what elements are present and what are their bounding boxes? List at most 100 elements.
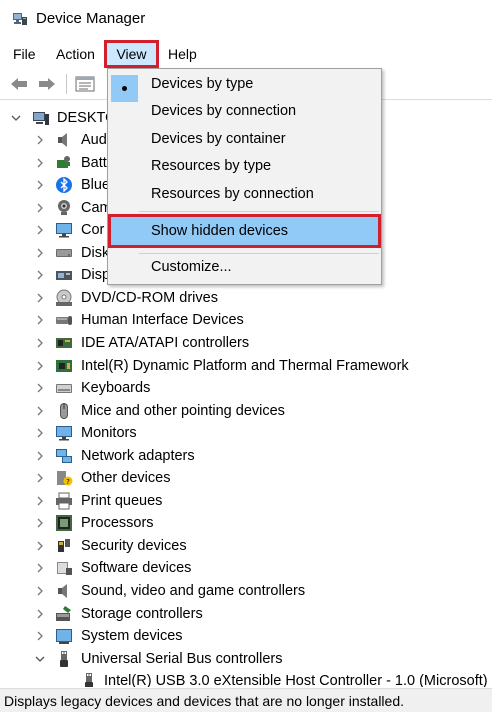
- menu-item-label: Resources by type: [151, 158, 272, 174]
- tree-item-label: Batt: [81, 155, 107, 171]
- tree-item[interactable]: Monitors: [0, 422, 492, 444]
- tree-item-label: Network adapters: [81, 448, 195, 464]
- device-manager-icon: [13, 13, 27, 25]
- tree-child-label: Intel(R) USB 3.0 eXtensible Host Control…: [104, 673, 488, 687]
- menu-item-label: Resources by connection: [151, 186, 314, 202]
- title-bar: Device Manager: [0, 0, 492, 40]
- tree-item[interactable]: Keyboards: [0, 377, 492, 399]
- tree-item-label: Disk: [81, 245, 110, 261]
- chevron-right-icon[interactable]: [34, 179, 46, 191]
- tree-item[interactable]: Intel(R) Dynamic Platform and Thermal Fr…: [0, 355, 492, 377]
- unknown-device-icon: ?: [57, 471, 73, 486]
- chip-icon: [56, 360, 72, 372]
- tree-child-item[interactable]: Intel(R) USB 3.0 eXtensible Host Control…: [0, 670, 492, 687]
- svg-text:?: ?: [66, 478, 70, 486]
- chevron-right-icon[interactable]: [34, 585, 46, 597]
- menu-item-customize[interactable]: Customize...: [108, 255, 381, 282]
- software-device-icon: [57, 562, 72, 575]
- network-adapter-icon: [56, 449, 72, 463]
- tree-item-label: Sound, video and game controllers: [81, 583, 306, 599]
- tree-item-label: Cor: [81, 222, 105, 238]
- menu-item-label: Devices by type: [151, 76, 254, 92]
- chevron-right-icon[interactable]: [34, 427, 46, 439]
- chevron-right-icon[interactable]: [34, 472, 46, 484]
- system-device-icon: [56, 629, 72, 644]
- properties-grid-icon[interactable]: [74, 74, 96, 94]
- radio-bullet-icon: [122, 86, 127, 91]
- security-key-icon: [58, 539, 70, 552]
- chevron-right-icon[interactable]: [34, 314, 46, 326]
- menu-item-resources-by-connection[interactable]: Resources by connection: [108, 182, 381, 209]
- chevron-right-icon[interactable]: [34, 360, 46, 372]
- menu-item-label: Devices by connection: [151, 103, 297, 119]
- menu-item-show-hidden-devices[interactable]: Show hidden devices: [108, 214, 381, 248]
- tree-item[interactable]: DVD/CD-ROM drives: [0, 287, 492, 309]
- menu-bar: File Action View Help: [0, 40, 492, 68]
- menu-action[interactable]: Action: [50, 40, 101, 68]
- tree-item[interactable]: Software devices: [0, 557, 492, 579]
- monitor-icon: [56, 223, 72, 238]
- tree-item[interactable]: System devices: [0, 625, 492, 647]
- chevron-down-icon[interactable]: [34, 653, 46, 665]
- chevron-right-icon[interactable]: [34, 630, 46, 642]
- chevron-right-icon[interactable]: [34, 495, 46, 507]
- usb-icon: [85, 673, 93, 687]
- tree-item[interactable]: ? Other devices: [0, 467, 492, 489]
- menu-item-label: Devices by container: [151, 131, 286, 147]
- menu-view[interactable]: View: [104, 40, 159, 68]
- chevron-right-icon[interactable]: [34, 562, 46, 574]
- disk-drive-icon: [56, 249, 72, 257]
- menu-item-devices-by-connection[interactable]: Devices by connection: [108, 99, 381, 126]
- chevron-right-icon[interactable]: [34, 157, 46, 169]
- tree-item[interactable]: Print queues: [0, 490, 492, 512]
- tree-item-label: Security devices: [81, 538, 187, 554]
- tree-item[interactable]: Network adapters: [0, 445, 492, 467]
- storage-controller-icon: [56, 606, 71, 621]
- chevron-right-icon[interactable]: [34, 608, 46, 620]
- status-bar: Displays legacy devices and devices that…: [0, 688, 492, 712]
- tree-item[interactable]: Sound, video and game controllers: [0, 580, 492, 602]
- tree-item[interactable]: IDE ATA/ATAPI controllers: [0, 332, 492, 354]
- chevron-right-icon[interactable]: [34, 202, 46, 214]
- mouse-icon: [60, 403, 68, 419]
- chevron-right-icon[interactable]: [34, 450, 46, 462]
- menu-help[interactable]: Help: [162, 40, 203, 68]
- computer-icon: [33, 112, 49, 125]
- menu-item-devices-by-container[interactable]: Devices by container: [108, 127, 381, 154]
- chevron-right-icon[interactable]: [34, 292, 46, 304]
- tree-item-label: Universal Serial Bus controllers: [81, 651, 283, 667]
- chevron-right-icon[interactable]: [34, 382, 46, 394]
- chevron-right-icon[interactable]: [34, 269, 46, 281]
- chevron-right-icon[interactable]: [34, 337, 46, 349]
- processor-icon: [56, 515, 72, 531]
- chevron-right-icon[interactable]: [34, 224, 46, 236]
- back-arrow-icon[interactable]: [8, 74, 30, 94]
- menu-item-resources-by-type[interactable]: Resources by type: [108, 154, 381, 181]
- chevron-right-icon[interactable]: [34, 405, 46, 417]
- tree-item-label: Human Interface Devices: [81, 312, 244, 328]
- tree-item-label: Storage controllers: [81, 606, 203, 622]
- chevron-right-icon[interactable]: [34, 540, 46, 552]
- chevron-down-icon[interactable]: [10, 112, 22, 124]
- printer-icon: [56, 492, 72, 510]
- tree-item[interactable]: Security devices: [0, 535, 492, 557]
- tree-item[interactable]: Human Interface Devices: [0, 309, 492, 331]
- menu-file[interactable]: File: [7, 40, 42, 68]
- forward-arrow-icon[interactable]: [36, 74, 58, 94]
- chevron-right-icon[interactable]: [34, 247, 46, 259]
- tree-item[interactable]: Storage controllers: [0, 603, 492, 625]
- display-adapter-icon: [56, 271, 72, 280]
- menu-item-label: Show hidden devices: [151, 223, 289, 239]
- view-menu-dropdown: Devices by type Devices by connection De…: [107, 68, 382, 285]
- chevron-right-icon[interactable]: [34, 517, 46, 529]
- tree-item-label: IDE ATA/ATAPI controllers: [81, 335, 250, 351]
- tree-item[interactable]: Universal Serial Bus controllers: [0, 648, 492, 670]
- tree-item-label: Print queues: [81, 493, 163, 509]
- speaker-icon: [58, 584, 67, 598]
- menu-item-devices-by-type[interactable]: Devices by type: [108, 72, 381, 102]
- tree-item[interactable]: Processors: [0, 512, 492, 534]
- chevron-right-icon[interactable]: [34, 134, 46, 146]
- tree-item[interactable]: Mice and other pointing devices: [0, 400, 492, 422]
- webcam-icon: [58, 200, 70, 215]
- status-text: Displays legacy devices and devices that…: [4, 693, 405, 709]
